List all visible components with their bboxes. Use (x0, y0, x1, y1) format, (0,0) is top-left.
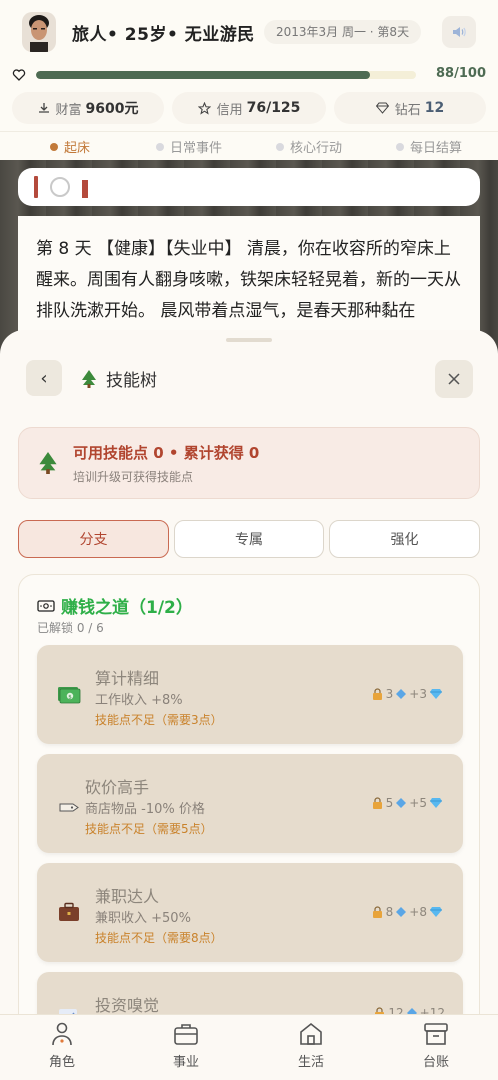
phase-tracker: 起床 日常事件 核心行动 每日结算 (0, 131, 498, 159)
diamond-stat[interactable]: 钻石 12 (334, 92, 486, 124)
phase-core-action: 核心行动 (276, 137, 342, 156)
story-toolbar (18, 168, 480, 206)
skill-name: 投资嗅觉 (95, 996, 160, 1015)
top-row: 旅人• 25岁• 无业游民 2013年3月 周一 · 第8天 (0, 0, 498, 64)
nav-life[interactable]: 生活 (271, 1021, 351, 1077)
tab-enhance[interactable]: 强化 (329, 520, 480, 558)
story-marker (34, 176, 38, 198)
skill-requirement: 技能点不足（需要5点） (85, 822, 213, 836)
bottom-nav: 角色 事业 生活 台账 (0, 1014, 498, 1080)
tab-branch[interactable]: 分支 (18, 520, 169, 558)
gem-icon (396, 907, 407, 917)
nav-ledger[interactable]: 台账 (396, 1021, 476, 1077)
svg-text:$: $ (68, 694, 72, 700)
status-header: 旅人• 25岁• 无业游民 2013年3月 周一 · 第8天 88/100 财富… (0, 0, 498, 160)
back-button[interactable]: ‹ (26, 360, 62, 396)
avatar[interactable] (22, 12, 56, 52)
skill-effect: 工作收入 +8% (95, 693, 183, 708)
tree-icon (82, 369, 96, 388)
branch-progress: 已解锁 0 / 6 (37, 621, 104, 635)
lock-icon (372, 906, 382, 918)
skill-item[interactable]: 砍价高手 商店物品 -10% 价格 技能点不足（需要5点） 5 +5 (37, 754, 463, 853)
health-bar (36, 71, 416, 79)
skill-tree-sheet: ‹ 技能树 可用技能点 0 • 累计获得 0 培训升级可获得技能点 分支 专属 … (0, 330, 498, 1080)
check-icon[interactable] (50, 177, 70, 197)
lock-icon (372, 797, 382, 809)
sound-button[interactable] (442, 16, 476, 48)
close-button[interactable] (435, 360, 473, 398)
skill-cost: 5 +5 (369, 796, 445, 810)
player-title: 旅人• 25岁• 无业游民 (72, 25, 255, 45)
phase-daily-settlement: 每日结算 (396, 137, 462, 156)
skill-cost: 8 +8 (369, 905, 445, 919)
wealth-stat[interactable]: 财富 9600元 (12, 92, 164, 124)
tree-icon (39, 452, 57, 474)
credit-value: 76/125 (246, 100, 301, 116)
skill-points-subtitle: 培训升级可获得技能点 (73, 470, 194, 484)
nav-role[interactable]: 角色 (22, 1021, 102, 1077)
diamond-label: 钻石 (394, 102, 421, 118)
cash-icon (37, 599, 55, 612)
health-bar-fill (36, 71, 371, 79)
skill-item[interactable]: 兼职达人 兼职收入 +50% 技能点不足（需要8点） 8 +8 (37, 863, 463, 962)
heart-icon (12, 69, 26, 81)
money-icon: $ (58, 687, 81, 704)
download-icon (38, 103, 49, 113)
speaker-icon (453, 27, 466, 37)
diamond-icon (430, 907, 442, 917)
diamond-icon (430, 689, 442, 699)
diamond-icon (430, 798, 442, 808)
wealth-label: 财富 (55, 102, 82, 118)
gem-icon (396, 689, 407, 699)
price-tag-icon (59, 803, 79, 812)
gem-icon (396, 798, 407, 808)
close-icon (448, 373, 460, 385)
home-icon (300, 1022, 322, 1045)
skill-effect: 商店物品 -10% 价格 (85, 802, 205, 817)
phase-daily-event: 日常事件 (156, 137, 222, 156)
skill-effect: 兼职收入 +50% (95, 911, 191, 926)
credit-stat[interactable]: 信用 76/125 (172, 92, 326, 124)
skill-cost: 3 +3 (369, 687, 445, 701)
diamond-icon (375, 102, 389, 114)
briefcase-icon (59, 902, 79, 921)
archive-icon (424, 1023, 448, 1045)
person-icon (52, 1022, 72, 1046)
skill-points-title: 可用技能点 0 • 累计获得 0 (73, 444, 260, 462)
star-icon (197, 101, 211, 115)
tab-exclusive[interactable]: 专属 (174, 520, 324, 558)
health-row: 88/100 (0, 66, 498, 86)
sheet-grabber[interactable] (226, 338, 272, 342)
story-marker-2 (82, 180, 88, 198)
skill-requirement: 技能点不足（需要3点） (95, 713, 223, 727)
chevron-left-icon: ‹ (40, 367, 48, 389)
skill-name: 砍价高手 (85, 778, 150, 797)
skill-points-card: 可用技能点 0 • 累计获得 0 培训升级可获得技能点 (18, 427, 480, 499)
lock-icon (372, 688, 382, 700)
branch-card: 赚钱之道（1/2） 已解锁 0 / 6 $ 算计精细 工作收入 +8% 技能点不… (18, 574, 480, 1080)
credit-label: 信用 (216, 102, 243, 118)
skill-requirement: 技能点不足（需要8点） (95, 931, 223, 945)
date-badge: 2013年3月 周一 · 第8天 (264, 20, 422, 44)
briefcase-icon (174, 1024, 198, 1045)
phase-wake-up: 起床 (50, 137, 90, 156)
diamond-value: 12 (424, 100, 445, 116)
sheet-title: 技能树 (80, 366, 157, 391)
stats-row: 财富 9600元 信用 76/125 钻石 12 (0, 92, 498, 124)
skill-name: 兼职达人 (95, 887, 160, 906)
skill-tabs: 分支 专属 强化 (18, 520, 480, 558)
skill-item[interactable]: $ 算计精细 工作收入 +8% 技能点不足（需要3点） 3 +3 (37, 645, 463, 744)
nav-career[interactable]: 事业 (146, 1021, 226, 1077)
branch-title: 赚钱之道（1/2） (37, 593, 193, 618)
skill-name: 算计精细 (95, 669, 160, 688)
wealth-value: 9600元 (85, 101, 139, 117)
health-value: 88/100 (436, 66, 486, 81)
